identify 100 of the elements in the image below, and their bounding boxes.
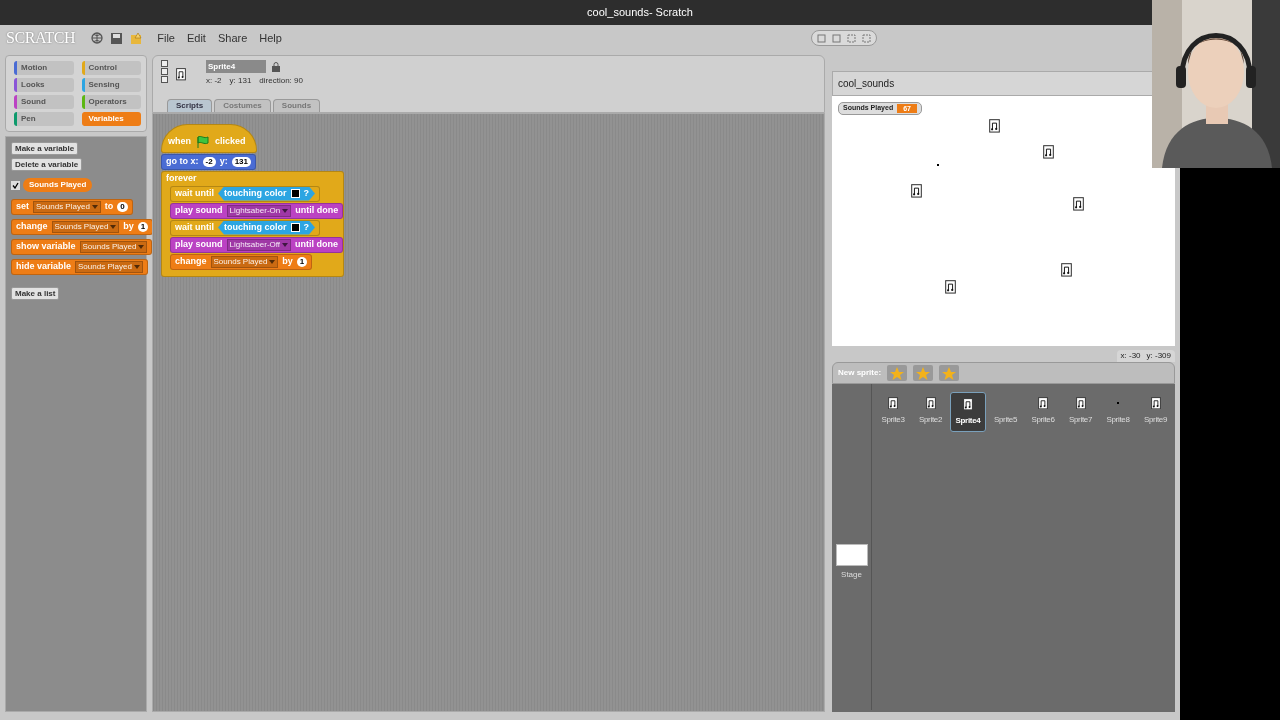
palette-button[interactable]: Delete a variable	[11, 158, 83, 171]
block-dropdown[interactable]: Sounds Played	[33, 201, 101, 213]
number-input[interactable]: 1	[296, 256, 308, 267]
color-swatch[interactable]	[290, 223, 300, 232]
number-input[interactable]: 1	[137, 222, 149, 232]
sprite-name: Sprite9	[1143, 414, 1168, 426]
note-sprite-icon	[989, 119, 1000, 133]
sprite-tile[interactable]: Sprite9	[1137, 392, 1174, 432]
note-sprite-icon	[963, 397, 973, 411]
block-dropdown[interactable]: Sounds Played	[75, 261, 143, 273]
command-block[interactable]: hide variable Sounds Played	[11, 259, 148, 275]
block-text: by	[282, 254, 293, 268]
block-text: play sound	[175, 203, 223, 217]
paint-star-icon[interactable]	[887, 365, 908, 381]
sprite-name: Sprite4	[955, 415, 981, 427]
block-text: by	[123, 220, 134, 234]
sprite-tile[interactable]: Sprite7	[1062, 392, 1099, 432]
stage-title: cool_sounds	[838, 77, 895, 91]
sprite-tile[interactable]: Sprite3	[875, 392, 911, 432]
block-dropdown[interactable]: Sounds Played	[79, 241, 148, 253]
sprite-tile[interactable]: Sprite5	[987, 392, 1024, 432]
number-input[interactable]: -2	[202, 156, 216, 167]
block-dropdown[interactable]: Sounds Played	[210, 255, 279, 268]
variable-checkbox[interactable]	[11, 180, 20, 190]
direction-text: direction: 90	[259, 75, 303, 87]
block-dropdown[interactable]: Lightsaber-Off	[226, 238, 292, 251]
save-icon[interactable]	[111, 32, 123, 44]
category-button[interactable]: Motion	[14, 61, 74, 75]
command-block[interactable]: change Sounds Played by 1	[170, 253, 313, 270]
number-input[interactable]: 0	[117, 202, 128, 212]
block-dropdown[interactable]: Sounds Played	[51, 221, 120, 233]
caret-icon	[282, 208, 289, 213]
check-icon	[12, 181, 19, 189]
block-text: show variable	[16, 240, 76, 254]
sprite-name: Sprite5	[993, 414, 1018, 426]
predicate-block[interactable]: touching color ?	[218, 186, 315, 201]
menu-item[interactable]: Help	[259, 29, 282, 47]
command-block[interactable]: play sound Lightsaber-On until done	[170, 202, 344, 219]
menu-item[interactable]: Share	[217, 29, 248, 47]
block-text: go to x:	[166, 154, 199, 168]
block-text: play sound	[175, 237, 223, 251]
sprite-tile[interactable]: Sprite8	[1100, 392, 1136, 432]
stage-thumbnail[interactable]	[835, 544, 868, 566]
category-button[interactable]: Sound	[14, 95, 74, 109]
command-block[interactable]: go to x: -2 y: 131	[161, 153, 256, 170]
block-text: hide variable	[16, 260, 72, 274]
command-block[interactable]: play sound Lightsaber-Off until done	[170, 236, 344, 253]
sprite-name: Sprite6	[1031, 414, 1055, 426]
category-button[interactable]: Variables	[81, 112, 141, 126]
tab[interactable]: Scripts	[167, 99, 213, 112]
tab[interactable]: Costumes	[214, 99, 271, 112]
predicate-block[interactable]: touching color ?	[218, 220, 315, 235]
sprite-name-field[interactable]: Sprite4	[206, 60, 266, 73]
forever-block[interactable]: forever wait until touching color ? play sound Lightsaber-On until done wait until touching color ? play sound Lightsaber-Off until done change Sounds Played by 1	[161, 170, 345, 277]
caret-icon	[133, 265, 140, 269]
note-sprite-icon	[1150, 396, 1161, 410]
sprite-tile[interactable]: Sprite2	[912, 392, 949, 432]
menu-item[interactable]: File	[157, 29, 175, 47]
tab[interactable]: Sounds	[272, 99, 321, 112]
category-button[interactable]: Sensing	[81, 78, 141, 92]
command-block[interactable]: wait until touching color ?	[170, 219, 320, 236]
sprite-name: Sprite8	[1106, 414, 1130, 426]
variable-reporter[interactable]: Sounds Played	[23, 178, 93, 192]
caret-icon	[269, 259, 276, 264]
note-sprite-icon	[945, 280, 956, 294]
block-text: wait until	[175, 220, 214, 234]
category-button[interactable]: Looks	[14, 78, 74, 92]
command-block[interactable]: show variable Sounds Played	[11, 239, 153, 255]
menu-item[interactable]: Edit	[186, 29, 206, 47]
block-text: y:	[219, 154, 228, 168]
block-text: when	[168, 135, 191, 148]
sprite-name: Sprite3	[881, 414, 905, 426]
command-block[interactable]: change Sounds Played by 1	[11, 219, 154, 235]
x-position: x: -2	[206, 75, 222, 87]
globe-icon[interactable]	[91, 32, 104, 44]
caret-icon	[91, 205, 98, 209]
sprite-tile[interactable]: Sprite4	[950, 392, 986, 432]
command-block[interactable]: set Sounds Played to 0	[11, 199, 133, 215]
block-text: to	[104, 200, 114, 214]
caret-icon	[282, 242, 289, 247]
note-sprite-icon	[1075, 396, 1086, 410]
category-button[interactable]: Operators	[81, 95, 141, 109]
note-sprite-icon	[925, 396, 936, 410]
block-text: until done	[295, 203, 339, 217]
block-text: touching color	[224, 220, 287, 234]
block-dropdown[interactable]: Lightsaber-On	[226, 204, 292, 217]
lock-icon[interactable]	[272, 61, 280, 72]
stage-label: Stage	[841, 569, 862, 581]
command-block[interactable]: wait until touching color ?	[170, 185, 320, 202]
block-text: until done	[295, 237, 339, 251]
category-button[interactable]: Pen	[14, 112, 74, 126]
palette-button[interactable]: Make a list	[11, 287, 60, 300]
number-input[interactable]: 131	[231, 156, 251, 167]
palette-button[interactable]: Make a variable	[11, 142, 79, 155]
block-text: wait until	[175, 186, 214, 200]
category-button[interactable]: Control	[81, 61, 141, 75]
y-position: y: 131	[229, 75, 252, 87]
color-swatch[interactable]	[290, 189, 300, 198]
window-title: cool_sounds- Scratch	[587, 5, 693, 21]
sprite-tile[interactable]: Sprite6	[1025, 392, 1061, 432]
